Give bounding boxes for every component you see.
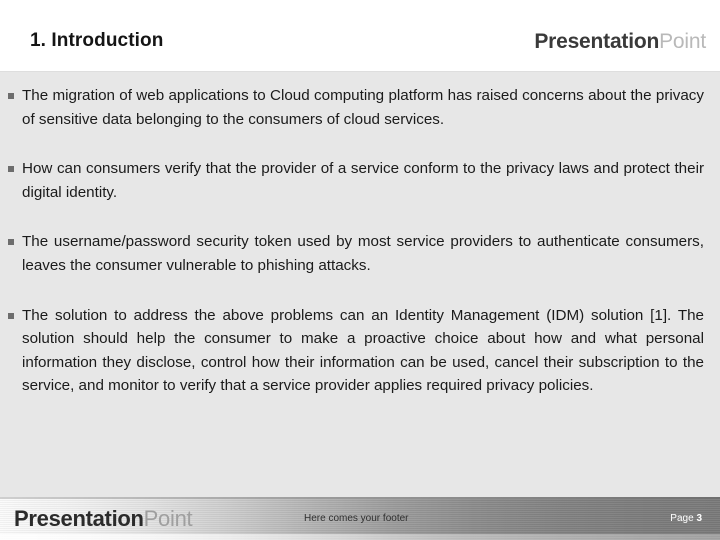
square-bullet-icon — [8, 93, 14, 99]
slide: 1. Introduction PresentationPoint The mi… — [0, 0, 720, 540]
footer-logo-secondary-text: Point — [143, 506, 193, 531]
footer-bottom-strip — [0, 534, 720, 540]
footer-text: Here comes your footer — [304, 513, 409, 524]
brand-logo-footer: PresentationPoint — [14, 506, 193, 532]
brand-logo-secondary-text: Point — [659, 30, 706, 53]
bullet-item: The solution to address the above proble… — [8, 304, 704, 398]
slide-content: The migration of web applications to Clo… — [0, 72, 720, 497]
bullet-item: The migration of web applications to Clo… — [8, 84, 704, 131]
brand-logo-primary-text: Presentation — [534, 30, 660, 53]
square-bullet-icon — [8, 312, 14, 319]
bullet-item: The username/password security token use… — [8, 230, 704, 277]
bullet-item: How can consumers verify that the provid… — [8, 157, 704, 204]
slide-footer: PresentationPoint Here comes your footer… — [0, 497, 720, 540]
brand-logo-header: PresentationPoint — [534, 30, 706, 54]
bullet-text: How can consumers verify that the provid… — [22, 160, 704, 201]
bullet-text: The username/password security token use… — [22, 233, 704, 274]
page-number-label: Page — [670, 513, 694, 524]
footer-logo-primary-text: Presentation — [14, 506, 144, 531]
slide-header: 1. Introduction PresentationPoint — [0, 0, 720, 72]
bullet-text: The migration of web applications to Clo… — [22, 87, 704, 128]
square-bullet-icon — [8, 239, 14, 246]
square-bullet-icon — [8, 166, 14, 173]
page-title: 1. Introduction — [30, 30, 164, 51]
footer-top-edge — [0, 497, 720, 499]
bullet-text: The solution to address the above proble… — [22, 306, 704, 395]
page-number-value: 3 — [696, 513, 702, 524]
page-number: Page 3 — [670, 513, 702, 524]
